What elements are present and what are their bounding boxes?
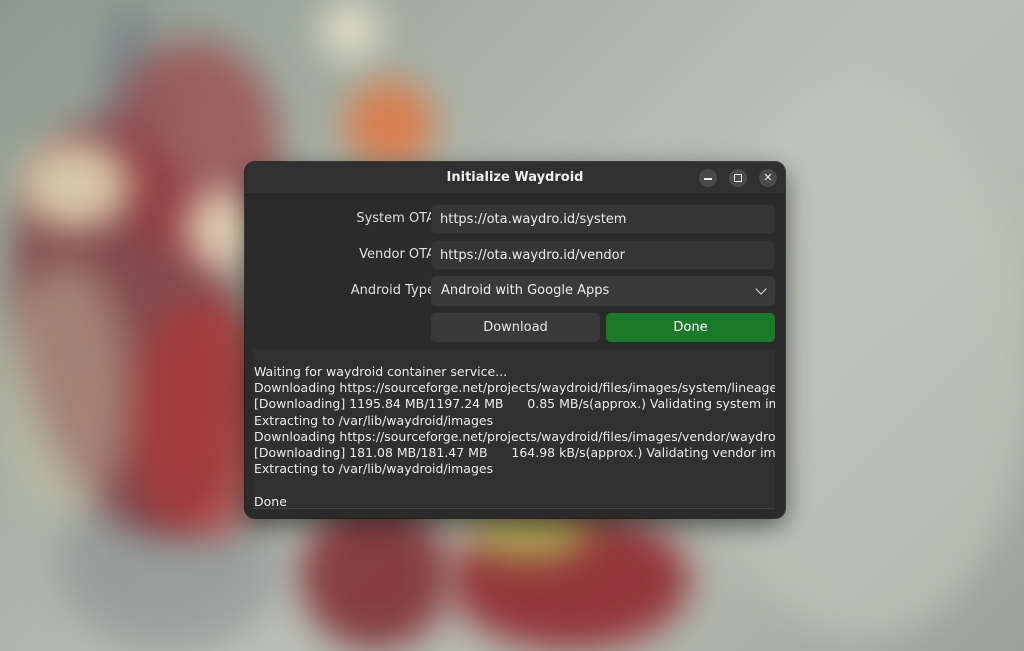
log-line: Extracting to /var/lib/waydroid/images: [254, 412, 494, 428]
android-type-selected: Android with Google Apps: [441, 283, 610, 298]
vendor-ota-label: Vendor OTA: [359, 247, 435, 262]
system-ota-label: System OTA: [356, 211, 435, 226]
android-type-label: Android Type: [350, 283, 435, 298]
wallpaper-blur: [0, 260, 130, 520]
log-line: Done: [254, 493, 287, 509]
log-line: [Downloading] 181.08 MB/181.47 MB 164.98…: [254, 445, 775, 461]
chevron-down-icon: [755, 283, 767, 295]
maximize-button[interactable]: [729, 169, 747, 187]
log-output[interactable]: Waiting for waydroid container service..…: [253, 349, 775, 509]
close-icon: ✕: [763, 171, 773, 184]
wallpaper-blur: [20, 140, 130, 230]
vendor-ota-input[interactable]: https://ota.waydro.id/vendor: [431, 240, 775, 270]
initialize-waydroid-window: Initialize Waydroid ✕ System OTA https:/…: [245, 162, 785, 518]
android-type-dropdown[interactable]: Android with Google Apps: [431, 276, 775, 306]
done-button[interactable]: Done: [606, 313, 775, 342]
title-bar[interactable]: Initialize Waydroid ✕: [245, 162, 785, 195]
maximize-icon: [734, 174, 742, 182]
download-button[interactable]: Download: [431, 313, 600, 342]
close-button[interactable]: ✕: [759, 169, 777, 187]
log-line: [Downloading] 1195.84 MB/1197.24 MB 0.85…: [254, 396, 775, 412]
log-line: Waiting for waydroid container service..…: [254, 364, 508, 379]
wallpaper-blur: [320, 0, 380, 60]
desktop-wallpaper: Initialize Waydroid ✕ System OTA https:/…: [0, 0, 1024, 651]
system-ota-input[interactable]: https://ota.waydro.id/system: [431, 204, 775, 234]
minimize-button[interactable]: [699, 169, 717, 187]
log-line: Downloading https://sourceforge.net/proj…: [254, 428, 775, 444]
log-line: Extracting to /var/lib/waydroid/images: [254, 461, 494, 477]
wallpaper-blur: [300, 500, 450, 650]
wallpaper-blur: [345, 80, 435, 170]
minimize-icon: [704, 178, 712, 180]
log-line: Downloading https://sourceforge.net/proj…: [254, 380, 775, 396]
